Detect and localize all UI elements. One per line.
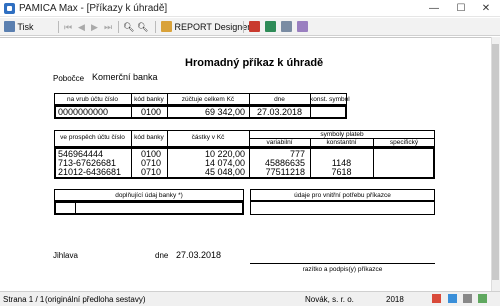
status-template: (originální předloha sestavy) (45, 295, 146, 304)
toolbar-separator (58, 21, 59, 33)
first-page-icon: ⏮ (64, 22, 73, 32)
status-company: Novák, s. r. o. (305, 295, 354, 304)
debit-header-date: dne (274, 96, 285, 103)
maximize-button[interactable]: ☐ (447, 0, 475, 17)
scrollbar-thumb[interactable] (492, 44, 499, 280)
mail-button[interactable] (281, 20, 292, 34)
document-title: Hromadný příkaz k úhradě (185, 57, 324, 69)
divider (131, 106, 132, 118)
print-button[interactable]: Tisk (4, 20, 34, 34)
symbols-specific-header: specifický (389, 139, 419, 146)
report-designer-label: REPORT Designer (174, 22, 251, 32)
report-canvas: Hromadný příkaz k úhradě Pobočce Komerčn… (0, 37, 500, 291)
internal-field (250, 201, 435, 215)
status-year: 2018 (386, 295, 404, 304)
divider (310, 106, 311, 118)
toolbar-separator (243, 21, 244, 33)
debit-header-bank: kód banky (134, 96, 164, 103)
zoom-in-button[interactable]: 🔍︎ (123, 20, 134, 34)
debit-header-total: zúčtuje celkem Kč (181, 96, 235, 103)
debit-header-account: na vrub účtu číslo (67, 96, 118, 103)
pdf-button[interactable] (249, 20, 260, 34)
divider (373, 148, 374, 178)
title-bar: PAMICA Max - [Příkazy k úhradě] — ☐ ✕ (0, 0, 500, 17)
symbols-constant-header: konstantní (326, 139, 357, 146)
divider (75, 202, 76, 214)
debit-bank-value: 0100 (141, 107, 162, 117)
settings-icon (297, 21, 308, 32)
place-value: Jihlava (53, 251, 78, 260)
toolbar-separator (118, 21, 119, 33)
first-page-button[interactable]: ⏮ (64, 20, 72, 34)
prev-page-icon: ◀ (78, 22, 85, 32)
additional-bank-label: doplňující údaj banky *) (115, 192, 183, 199)
app-icon (4, 3, 15, 14)
zoom-out-button[interactable]: 🔍︎ (137, 20, 148, 34)
internal-label: údaje pro vnitřní potřebu příkazce (294, 192, 391, 199)
debit-account-value: 0000000000 (58, 107, 109, 117)
stamp-label: razítko a podpis(y) příkazce (302, 266, 383, 273)
credit-header-account: ve prospěch účtu číslo (60, 134, 125, 141)
export-icon (265, 21, 276, 32)
credit-row-3-bank: 0710 (141, 167, 162, 177)
debit-date-value: 27.03.2018 (257, 107, 303, 117)
credit-header-bank: kód banky (134, 134, 164, 141)
edit-icon[interactable] (448, 294, 457, 303)
export-button[interactable] (265, 20, 276, 34)
credit-row-3-account: 21012-6436681 (58, 167, 122, 177)
prev-page-button[interactable]: ◀ (78, 20, 85, 34)
zoom-out-icon: 🔍︎ (137, 22, 149, 32)
mail-icon (281, 21, 292, 32)
minimize-button[interactable]: — (420, 0, 448, 17)
pdf-icon (249, 21, 260, 32)
divider (249, 106, 250, 118)
credit-header-amount: částky v Kč (191, 134, 225, 141)
app-window: PAMICA Max - [Příkazy k úhradě] — ☐ ✕ Ti… (0, 0, 500, 306)
branch-value: Komerční banka (92, 72, 158, 82)
alert-icon[interactable] (432, 294, 441, 303)
print-label: Tisk (17, 22, 34, 32)
settings-button[interactable] (297, 20, 308, 34)
report-designer-button[interactable]: REPORT Designer (161, 20, 250, 34)
next-page-button[interactable]: ▶ (91, 20, 98, 34)
last-page-button[interactable]: ⏭ (104, 20, 112, 34)
debit-total-value: 69 342,00 (204, 107, 245, 117)
additional-bank-field (54, 201, 244, 215)
zoom-icon: 🔍︎ (123, 22, 135, 32)
last-page-icon: ⏭ (104, 22, 113, 32)
status-bar: Strana 1 / 1 (originální předloha sestav… (0, 291, 500, 306)
toolbar-separator (155, 21, 156, 33)
print-icon (4, 21, 15, 32)
date-label: dne (155, 251, 169, 260)
divider (131, 148, 132, 178)
close-button[interactable]: ✕ (472, 0, 500, 17)
window-title: PAMICA Max - [Příkazy k úhradě] (19, 3, 168, 14)
signature-line (250, 263, 435, 264)
date-value: 27.03.2018 (176, 250, 222, 260)
status-page: Strana 1 / 1 (3, 295, 45, 304)
next-page-icon: ▶ (91, 22, 98, 32)
report-designer-icon (161, 21, 172, 32)
toolbar: Tisk ⏮ ◀ ▶ ⏭ 🔍︎ 🔍︎ REPORT Designer (0, 18, 500, 36)
credit-row-3-constant: 7618 (331, 167, 352, 177)
credit-row-3-variable: 77511218 (265, 167, 305, 177)
keyboard-icon[interactable] (463, 294, 472, 303)
network-icon[interactable] (478, 294, 487, 303)
debit-header-constant: konst. symbol (310, 96, 350, 103)
symbols-header: symboly plateb (320, 131, 364, 138)
branch-label: Pobočce (53, 74, 85, 83)
credit-row-3-amount: 45 048,00 (204, 167, 245, 177)
symbols-variable-header: variabilní (266, 139, 293, 146)
